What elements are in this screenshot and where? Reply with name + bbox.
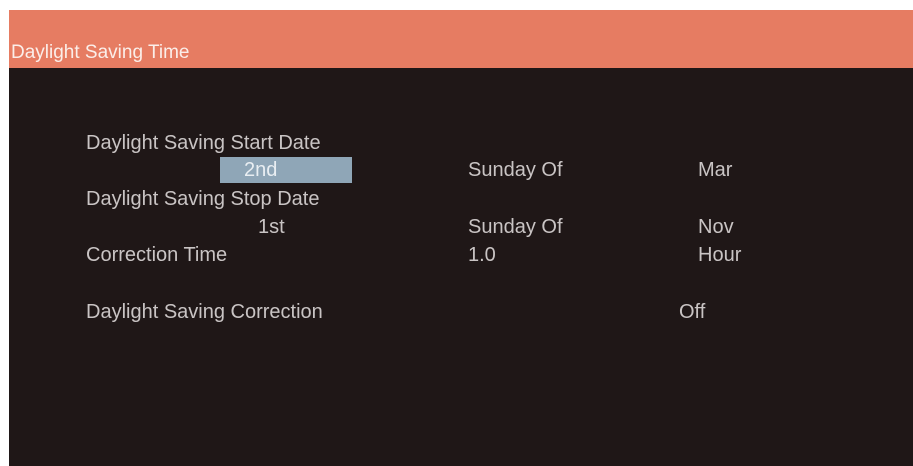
correction-time-label: Correction Time [86,244,228,266]
stop-week-field[interactable]: 1st [258,217,285,237]
stop-day-field[interactable]: Sunday Of [468,217,563,237]
dst-settings-screen: Daylight Saving Time Daylight Saving Sta… [9,10,913,466]
stop-date-label: Daylight Saving Stop Date [86,188,320,210]
dst-correction-value[interactable]: Off [679,302,705,322]
title-bar: Daylight Saving Time [9,10,913,68]
dst-correction-label: Daylight Saving Correction [86,301,323,323]
start-day-field[interactable]: Sunday Of [468,160,563,180]
correction-time-value[interactable]: 1.0 [468,245,496,265]
start-date-label: Daylight Saving Start Date [86,132,321,154]
start-month-field[interactable]: Mar [698,160,732,180]
stop-month-field[interactable]: Nov [698,217,734,237]
window-title: Daylight Saving Time [11,42,190,63]
start-week-value: 2nd [244,159,278,181]
start-week-selector[interactable]: 2nd [220,157,352,183]
correction-time-unit: Hour [698,244,742,266]
